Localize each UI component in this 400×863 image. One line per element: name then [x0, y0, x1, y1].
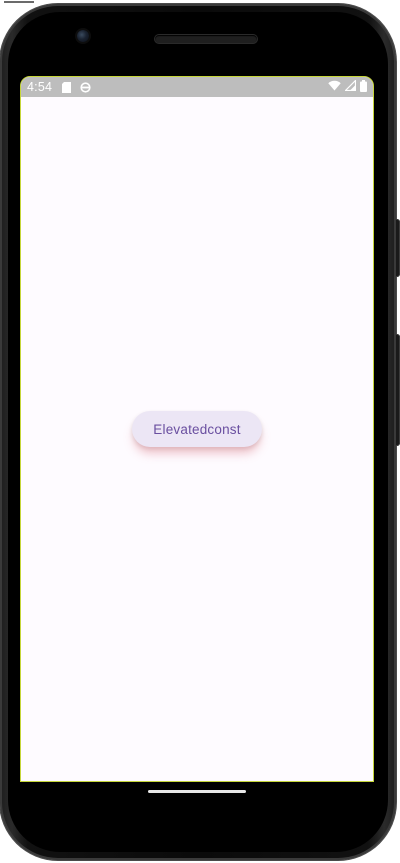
status-bar: 4:54	[21, 77, 373, 97]
power-button[interactable]	[395, 219, 400, 277]
sync-icon	[80, 81, 91, 93]
elevated-button[interactable]: Elevatedconst	[132, 411, 262, 447]
signal-icon	[344, 79, 357, 94]
menu-icon	[4, 0, 34, 6]
status-right-icons	[328, 79, 367, 95]
app-content: Elevatedconst	[21, 97, 373, 781]
sd-card-icon	[62, 81, 72, 93]
front-camera-icon	[77, 30, 89, 42]
volume-button[interactable]	[395, 334, 400, 446]
emulator-stage: 4:54 Elevatedconst	[0, 0, 400, 863]
phone-frame: 4:54 Elevatedconst	[0, 4, 400, 860]
device-screen: 4:54 Elevatedconst	[20, 76, 374, 782]
status-time: 4:54	[27, 80, 53, 94]
wifi-icon	[328, 80, 341, 94]
battery-icon	[360, 79, 367, 95]
earpiece-speaker	[155, 35, 257, 43]
gesture-nav-handle[interactable]	[148, 790, 246, 793]
